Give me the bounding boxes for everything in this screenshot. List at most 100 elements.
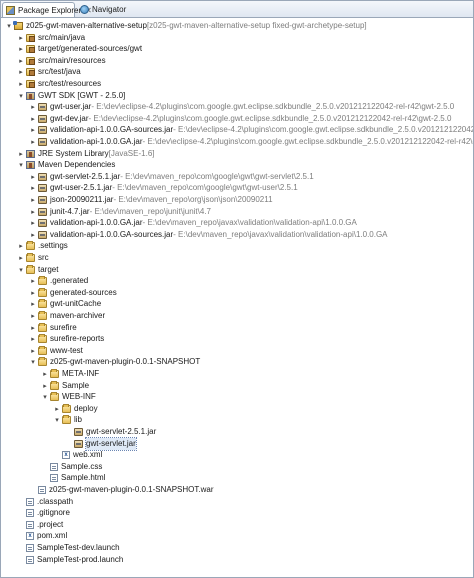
tree-item-label[interactable]: Sample.html	[61, 472, 105, 484]
tree-item-label[interactable]: validation-api-1.0.0.GA.jar	[50, 217, 143, 229]
tree-row[interactable]: SampleTest-dev.launch	[1, 542, 473, 554]
tree-item-label[interactable]: validation-api-1.0.0.GA-sources.jar	[50, 124, 173, 136]
tree-item-label[interactable]: JRE System Library	[38, 148, 109, 160]
expand-arrow-icon[interactable]: ▸	[29, 206, 37, 218]
expand-arrow-icon[interactable]: ▸	[29, 275, 37, 287]
tree-item-label[interactable]: generated-sources	[50, 287, 117, 299]
tree-item-label[interactable]: validation-api-1.0.0.GA-sources.jar	[50, 229, 173, 241]
tree-item-label[interactable]: gwt-servlet.jar	[85, 436, 137, 451]
expand-arrow-icon[interactable]: ▸	[29, 113, 37, 125]
tree-row[interactable]: ▸ JRE System Library [JavaSE-1.6]	[1, 148, 473, 160]
tree-row[interactable]: ▸ gwt-user.jar - E:\dev\eclipse-4.2\plugi…	[1, 101, 473, 113]
tree-row[interactable]: Sample.css	[1, 461, 473, 473]
tree-row[interactable]: ▸ .generated	[1, 275, 473, 287]
tree-row[interactable]: ▸ src/test/java	[1, 66, 473, 78]
tree-row[interactable]: x pom.xml	[1, 530, 473, 542]
tree-row[interactable]: ▸ target/generated-sources/gwt	[1, 43, 473, 55]
tree-item-label[interactable]: src	[38, 252, 49, 264]
collapse-arrow-icon[interactable]: ▾	[29, 356, 37, 368]
tree-item-label[interactable]: target	[38, 264, 58, 276]
tree-row[interactable]: gwt-servlet-2.5.1.jar	[1, 426, 473, 438]
expand-arrow-icon[interactable]: ▸	[29, 101, 37, 113]
expand-arrow-icon[interactable]: ▸	[29, 333, 37, 345]
tree-row[interactable]: ▸ surefire-reports	[1, 333, 473, 345]
tree-item-label[interactable]: .classpath	[37, 496, 73, 508]
tree-item-label[interactable]: maven-archiver	[50, 310, 105, 322]
tree-item-label[interactable]: SampleTest-prod.launch	[37, 554, 123, 566]
tree-row[interactable]: ▸ generated-sources	[1, 287, 473, 299]
tree-row[interactable]: ▸ maven-archiver	[1, 310, 473, 322]
tree-row[interactable]: .classpath	[1, 496, 473, 508]
tree-item-label[interactable]: META-INF	[62, 368, 99, 380]
tree-item-label[interactable]: json-20090211.jar	[50, 194, 113, 206]
tree-item-label[interactable]: surefire-reports	[50, 333, 104, 345]
expand-arrow-icon[interactable]: ▸	[17, 43, 25, 55]
tree-row[interactable]: ▸ gwt-user-2.5.1.jar - E:\dev\maven_repo\…	[1, 182, 473, 194]
tree-item-label[interactable]: pom.xml	[37, 530, 67, 542]
tree-item-label[interactable]: z025-gwt-maven-plugin-0.0.1-SNAPSHOT.war	[49, 484, 214, 496]
tree-item-label[interactable]: src/test/java	[38, 66, 81, 78]
tree-row[interactable]: ▾ Maven Dependencies	[1, 159, 473, 171]
tree-item-label[interactable]: .gitignore	[37, 507, 70, 519]
expand-arrow-icon[interactable]: ▸	[29, 182, 37, 194]
tree-item-label[interactable]: gwt-user.jar	[50, 101, 91, 113]
expand-arrow-icon[interactable]: ▸	[29, 194, 37, 206]
expand-arrow-icon[interactable]: ▸	[29, 171, 37, 183]
tree-row[interactable]: ▸ gwt-dev.jar - E:\dev\eclipse-4.2\plugin…	[1, 113, 473, 125]
tree-row[interactable]: ▾ WEB-INF	[1, 391, 473, 403]
tree-item-label[interactable]: z025-gwt-maven-plugin-0.0.1-SNAPSHOT	[50, 356, 200, 368]
project-tree[interactable]: ▾ z025-gwt-maven-alternative-setup [z025-g…	[1, 18, 473, 577]
tree-item-label[interactable]: .project	[37, 519, 63, 531]
tree-row[interactable]: Sample.html	[1, 472, 473, 484]
expand-arrow-icon[interactable]: ▸	[29, 287, 37, 299]
tree-item-label[interactable]: deploy	[74, 403, 98, 415]
tree-row[interactable]: ▸ www-test	[1, 345, 473, 357]
collapse-arrow-icon[interactable]: ▾	[17, 90, 25, 102]
expand-arrow-icon[interactable]: ▸	[29, 217, 37, 229]
tree-row[interactable]: ▸ Sample	[1, 380, 473, 392]
tree-row[interactable]: ▸ validation-api-1.0.0.GA.jar - E:\dev\ec…	[1, 136, 473, 148]
tree-item-label[interactable]: gwt-unitCache	[50, 298, 101, 310]
tree-item-label[interactable]: surefire	[50, 322, 77, 334]
tree-row[interactable]: ▸ src/main/resources	[1, 55, 473, 67]
collapse-arrow-icon[interactable]: ▾	[17, 264, 25, 276]
tree-row[interactable]: ▸ src/test/resources	[1, 78, 473, 90]
tree-row[interactable]: ▸ surefire	[1, 322, 473, 334]
collapse-arrow-icon[interactable]: ▾	[41, 391, 49, 403]
expand-arrow-icon[interactable]: ▸	[17, 252, 25, 264]
tree-row[interactable]: ▸ validation-api-1.0.0.GA-sources.jar - E…	[1, 124, 473, 136]
tree-item-label[interactable]: GWT SDK [GWT - 2.5.0]	[38, 90, 125, 102]
tree-item-label[interactable]: z025-gwt-maven-alternative-setup	[26, 20, 147, 32]
tree-item-label[interactable]: SampleTest-dev.launch	[37, 542, 120, 554]
tree-item-label[interactable]: www-test	[50, 345, 83, 357]
tree-row[interactable]: ▾ target	[1, 264, 473, 276]
tree-row[interactable]: ▸ gwt-servlet-2.5.1.jar - E:\dev\maven_re…	[1, 171, 473, 183]
tree-row[interactable]: ▸ junit-4.7.jar - E:\dev\maven_repo\junit…	[1, 206, 473, 218]
expand-arrow-icon[interactable]: ▸	[29, 229, 37, 241]
tree-item-label[interactable]: junit-4.7.jar	[50, 206, 90, 218]
collapse-arrow-icon[interactable]: ▾	[5, 20, 13, 32]
tree-row[interactable]: gwt-servlet.jar	[1, 436, 473, 451]
expand-arrow-icon[interactable]: ▸	[29, 124, 37, 136]
tree-item-label[interactable]: src/main/resources	[38, 55, 106, 67]
tree-item-label[interactable]: validation-api-1.0.0.GA.jar	[50, 136, 143, 148]
expand-arrow-icon[interactable]: ▸	[29, 310, 37, 322]
tree-row[interactable]: ▾ lib	[1, 414, 473, 426]
tree-item-label[interactable]: web.xml	[73, 449, 102, 461]
tree-item-label[interactable]: .generated	[50, 275, 88, 287]
tree-row[interactable]: SampleTest-prod.launch	[1, 554, 473, 566]
tree-item-label[interactable]: Maven Dependencies	[38, 159, 115, 171]
tree-row[interactable]: .project	[1, 519, 473, 531]
expand-arrow-icon[interactable]: ▸	[17, 240, 25, 252]
expand-arrow-icon[interactable]: ▸	[29, 345, 37, 357]
expand-arrow-icon[interactable]: ▸	[29, 136, 37, 148]
tree-row[interactable]: ▸ deploy	[1, 403, 473, 415]
tree-item-label[interactable]: Sample	[62, 380, 89, 392]
collapse-arrow-icon[interactable]: ▾	[17, 159, 25, 171]
expand-arrow-icon[interactable]: ▸	[17, 78, 25, 90]
tree-row[interactable]: ▾ z025-gwt-maven-alternative-setup [z025-g…	[1, 20, 473, 32]
tree-item-label[interactable]: gwt-servlet-2.5.1.jar	[50, 171, 120, 183]
tree-row[interactable]: ▸ src	[1, 252, 473, 264]
collapse-arrow-icon[interactable]: ▾	[53, 414, 61, 426]
tree-row[interactable]: z025-gwt-maven-plugin-0.0.1-SNAPSHOT.war	[1, 484, 473, 496]
